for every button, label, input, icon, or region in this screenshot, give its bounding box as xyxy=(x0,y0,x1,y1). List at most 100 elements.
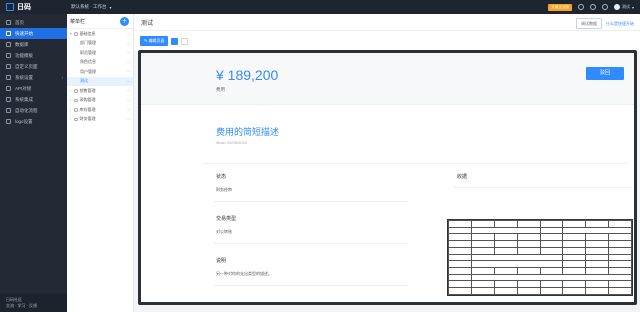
sidebar: 首页 快速开始 数据库 功能模板 自定义页面 系统设置 › API对接 系统集成 … xyxy=(0,14,67,312)
divider xyxy=(213,201,408,202)
rocket-icon xyxy=(6,31,11,36)
add-menu-button[interactable]: + xyxy=(120,17,129,26)
tree-label: 用户管理 xyxy=(80,68,96,74)
workspace-switcher[interactable]: 默认系统 · 工作台 ▾ xyxy=(71,4,112,10)
field-label-transaction-type: 交易类型 xyxy=(216,216,237,222)
sidebar-item-label: 系统集成 xyxy=(15,96,33,102)
menu-tree-panel: 菜单栏 + ▾ 基础信息 ··· 部门管理 ··· 职员管理 ··· 角色信息 ··· 用… xyxy=(67,14,134,312)
chevron-right-icon: › xyxy=(61,75,63,80)
page-title: 测试 xyxy=(141,20,154,27)
folder-icon xyxy=(74,98,78,102)
tree-group[interactable]: › 采购管理 ··· xyxy=(67,96,133,106)
tree-label: 库存管理 xyxy=(79,106,96,112)
sidebar-item-automation[interactable]: 自动化流程 xyxy=(0,105,67,116)
more-icon[interactable]: ··· xyxy=(127,79,130,84)
help-link[interactable]: 什么是快速开始 xyxy=(606,21,634,27)
preview-canvas: ¥ 189,200 费用 驳回 费用的简短描述 Mosh 29/05/2020 … xyxy=(141,53,634,302)
user-name: 测试 xyxy=(621,4,630,9)
upgrade-badge[interactable]: 升级企业版 xyxy=(548,3,572,11)
template-icon xyxy=(6,53,11,58)
sidebar-item-label: 自定义页面 xyxy=(15,63,38,69)
tree-label: 测试 xyxy=(80,78,88,84)
tree-label: 采购管理 xyxy=(79,97,96,103)
tree-group[interactable]: › 财务管理 ··· xyxy=(67,115,133,125)
more-icon[interactable]: ··· xyxy=(127,107,130,112)
reject-button[interactable]: 驳回 xyxy=(586,67,624,80)
sidebar-item-quickstart[interactable]: 快速开始 xyxy=(0,28,67,39)
more-icon[interactable]: ··· xyxy=(127,31,130,36)
sidebar-item-integration[interactable]: 系统集成 xyxy=(0,94,67,105)
app-logo[interactable]: 日码 xyxy=(0,0,67,14)
tree-label: 基础信息 xyxy=(79,30,96,36)
sidebar-item-database[interactable]: 数据库 xyxy=(0,39,67,50)
sidebar-item-label: 数据库 xyxy=(15,41,29,47)
section-title: 费用的简短描述 xyxy=(216,127,280,137)
community-subtitle: 交流 · 学习 · 反馈 xyxy=(6,303,38,308)
help-icon[interactable] xyxy=(577,4,584,10)
avatar xyxy=(613,4,620,10)
sidebar-item-label: 首页 xyxy=(15,19,24,25)
puzzle-icon xyxy=(6,97,11,102)
tree-group[interactable]: › 销售管理 ··· xyxy=(67,86,133,96)
tree-item[interactable]: 用户管理 ··· xyxy=(67,67,133,77)
sidebar-item-custom-pages[interactable]: 自定义页面 xyxy=(0,61,67,72)
divider xyxy=(453,187,633,188)
more-icon[interactable]: ··· xyxy=(127,98,130,103)
field-value-transaction-type: 对公转账 xyxy=(216,229,232,234)
more-icon[interactable]: ··· xyxy=(127,50,130,55)
divider xyxy=(203,163,628,164)
amount-label: 费用 xyxy=(216,87,225,92)
more-icon[interactable]: ··· xyxy=(127,117,130,122)
tree-item[interactable]: 部门管理 ··· xyxy=(67,39,133,49)
more-icon[interactable]: ··· xyxy=(127,41,130,46)
tree-item-selected[interactable]: 测试 ··· xyxy=(67,76,133,86)
tree-group[interactable]: › 库存管理 ··· xyxy=(67,105,133,115)
tree-item[interactable]: 角色信息 ··· xyxy=(67,58,133,68)
sidebar-item-home[interactable]: 首页 xyxy=(0,17,67,28)
receipt-image xyxy=(447,219,633,296)
community-link[interactable]: 日码社区 交流 · 学习 · 反馈 xyxy=(0,294,67,312)
folder-icon xyxy=(74,108,78,112)
more-icon[interactable]: ··· xyxy=(127,88,130,93)
restore-data-button[interactable]: 调试数据 xyxy=(576,18,602,29)
folder-icon xyxy=(74,32,78,36)
sidebar-item-logo-settings[interactable]: logo设置 xyxy=(0,116,67,127)
logo-text: 日码 xyxy=(17,4,31,11)
desktop-view-icon[interactable] xyxy=(171,37,179,45)
more-icon[interactable]: ··· xyxy=(127,69,130,74)
tree-item[interactable]: 职员管理 ··· xyxy=(67,48,133,58)
top-bar: 日码 默认系统 · 工作台 ▾ 升级企业版 测试 ▾ xyxy=(0,0,640,14)
amount-value: ¥ 189,200 xyxy=(216,67,279,83)
chevron-down-icon: ▾ xyxy=(109,4,112,10)
tree-label: 角色信息 xyxy=(80,59,96,65)
toolbar: ✎ 编辑页面 xyxy=(134,31,640,51)
gear-icon xyxy=(6,75,11,80)
tree-label: 销售管理 xyxy=(79,87,96,93)
workspace-label: 默认系统 · 工作台 xyxy=(71,4,107,9)
field-label-description: 说明 xyxy=(216,258,227,264)
sidebar-item-label: 系统设置 xyxy=(15,74,33,80)
edit-page-label: 编辑页面 xyxy=(148,38,165,43)
tree-label: 职员管理 xyxy=(80,49,96,55)
sidebar-item-templates[interactable]: 功能模板 xyxy=(0,50,67,61)
tree-group[interactable]: ▾ 基础信息 ··· xyxy=(67,29,133,39)
database-icon xyxy=(6,42,11,47)
receipt-label: 收据 xyxy=(457,174,468,180)
sidebar-item-label: 功能模板 xyxy=(15,52,33,58)
sidebar-item-system-settings[interactable]: 系统设置 › xyxy=(0,72,67,83)
sidebar-item-api[interactable]: API对接 xyxy=(0,83,67,94)
page-preview: ¥ 189,200 费用 驳回 费用的简短描述 Mosh 29/05/2020 … xyxy=(138,50,637,305)
settings-icon[interactable] xyxy=(601,4,608,10)
bell-icon[interactable] xyxy=(589,4,596,10)
tree-label: 财务管理 xyxy=(79,116,96,122)
tree-label: 部门管理 xyxy=(80,40,96,46)
user-menu[interactable]: 测试 ▾ xyxy=(613,4,634,10)
api-icon xyxy=(6,86,11,91)
amount-banner: ¥ 189,200 费用 驳回 xyxy=(141,53,634,105)
edit-page-button[interactable]: ✎ 编辑页面 xyxy=(140,36,169,46)
image-icon xyxy=(6,119,11,124)
more-icon[interactable]: ··· xyxy=(127,60,130,65)
section-date: Mosh 29/05/2020 xyxy=(216,140,247,145)
logo-icon xyxy=(6,3,14,11)
mobile-view-icon[interactable] xyxy=(181,37,189,45)
